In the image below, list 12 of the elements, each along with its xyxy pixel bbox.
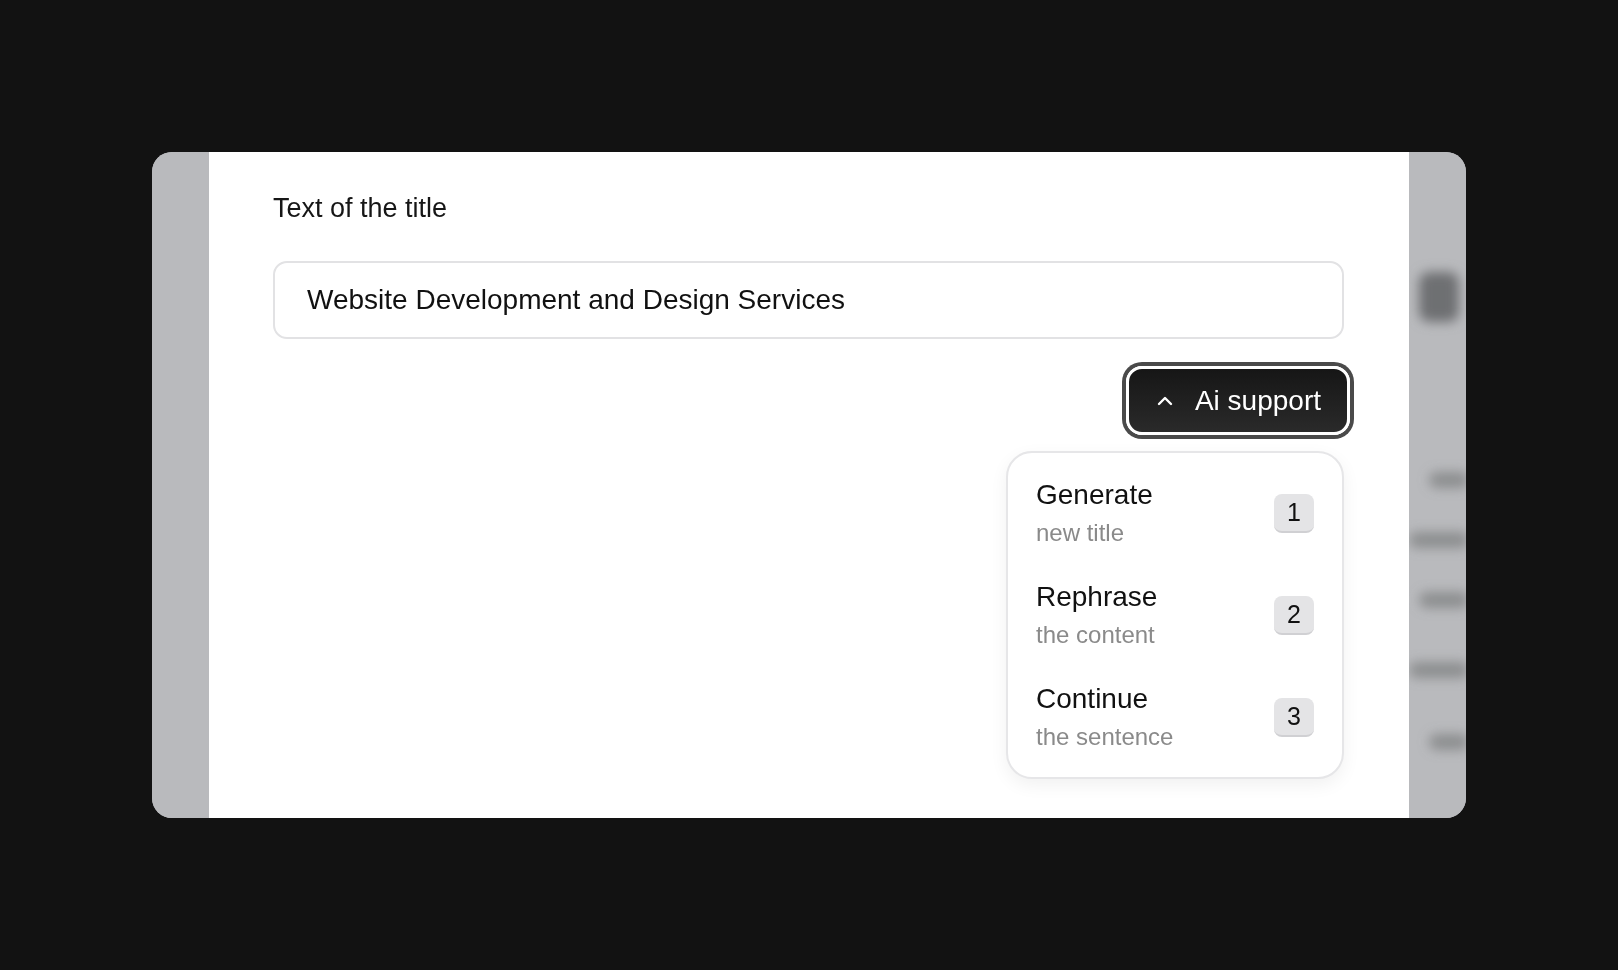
chevron-icon	[1156, 395, 1173, 406]
field-label: Text of the title	[273, 193, 448, 224]
shortcut-key: 1	[1274, 493, 1314, 533]
title-input-field[interactable]: Website Development and Design Services	[273, 261, 1344, 339]
menu-item-title[interactable]: Continue	[1036, 683, 1174, 715]
menu-item-subtitle: the sentence	[1036, 723, 1174, 751]
menu-item-subtitle: the content	[1036, 621, 1156, 649]
menu-item-title[interactable]: Generate	[1036, 479, 1153, 511]
menu-item-title[interactable]: Rephrase	[1036, 581, 1158, 613]
shortcut-key: 2	[1274, 595, 1314, 635]
shortcut-key: 3	[1274, 697, 1314, 737]
menu-item-subtitle: new title	[1036, 519, 1126, 547]
